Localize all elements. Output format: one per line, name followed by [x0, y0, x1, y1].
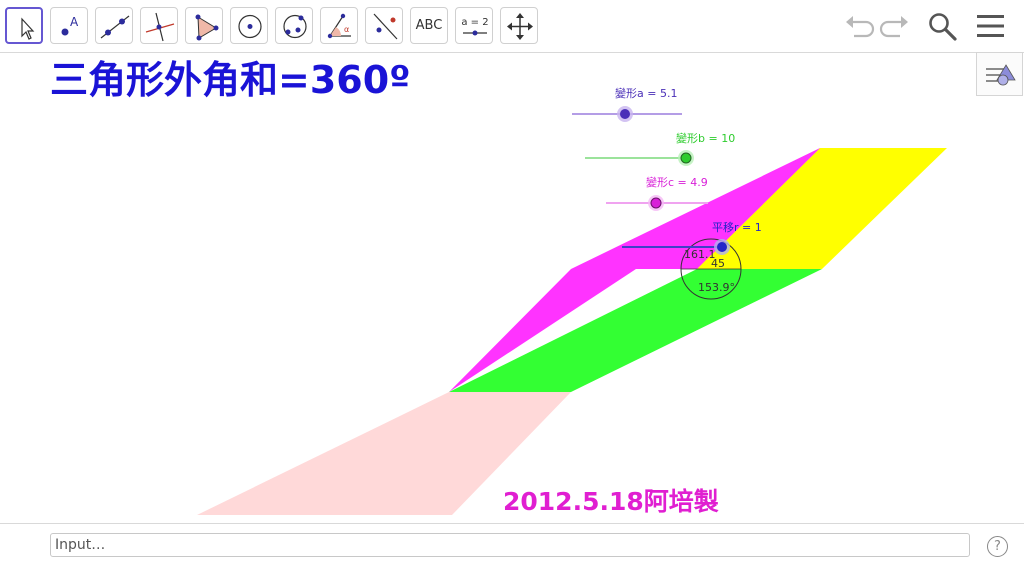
- slider-a[interactable]: [572, 106, 682, 122]
- slider-tool-button[interactable]: a = 2: [455, 7, 493, 44]
- text-tool-button[interactable]: ABC: [410, 7, 448, 44]
- slider-c-label: 變形c = 4.9: [646, 176, 708, 189]
- angle-label-153: 153.9°: [698, 281, 735, 294]
- slider-c[interactable]: [606, 195, 708, 211]
- line-tool-button[interactable]: [95, 7, 133, 44]
- slider-icon: a = 2: [461, 17, 489, 36]
- svg-text:A: A: [70, 15, 79, 29]
- graphics-view[interactable]: 變形a = 5.1 變形b = 10 變形c = 4.9 平移r = 1 161…: [0, 53, 1024, 523]
- green-parallelogram: [449, 269, 822, 392]
- slider-a-label: 變形a = 5.1: [615, 87, 678, 100]
- toolbar: A α ABC a = 2: [0, 0, 1024, 53]
- geometry-drawing: [197, 106, 947, 515]
- menu-icon[interactable]: [974, 10, 1008, 42]
- circle-three-points-tool-button[interactable]: [275, 7, 313, 44]
- angle-icon: α: [327, 13, 351, 39]
- slider-b-label: 變形b = 10: [676, 132, 736, 145]
- point-tool-button[interactable]: A: [50, 7, 88, 44]
- slider-r-label: 平移r = 1: [712, 221, 762, 234]
- help-button[interactable]: ?: [987, 536, 1008, 557]
- line-through-points-icon: [100, 15, 130, 39]
- style-bar-toggle-button[interactable]: [976, 52, 1023, 96]
- polygon-tool-button[interactable]: [185, 7, 223, 44]
- perpendicular-line-tool-button[interactable]: [140, 7, 178, 44]
- page-title: 三角形外角和=360º: [50, 58, 411, 102]
- move-graphics-view-tool-button[interactable]: [500, 7, 538, 44]
- undo-icon[interactable]: [842, 10, 876, 42]
- circle-three-points-icon: [283, 14, 307, 39]
- circle-center-icon: [238, 14, 262, 39]
- svg-text:α: α: [344, 25, 349, 34]
- angle-label-45: 45: [711, 257, 725, 270]
- text-icon: ABC: [415, 18, 443, 33]
- signature-text: 2012.5.18阿培製: [503, 487, 719, 516]
- search-icon[interactable]: [926, 10, 960, 42]
- move-tool-button[interactable]: [5, 7, 43, 44]
- redo-icon[interactable]: [878, 10, 912, 42]
- style-bar-icon: [986, 64, 1016, 86]
- input-bar: ?: [0, 523, 1024, 569]
- algebra-input[interactable]: [50, 533, 970, 557]
- polygon-icon: [195, 14, 219, 41]
- angle-tool-button[interactable]: α: [320, 7, 358, 44]
- reflect-about-line-icon: [373, 13, 398, 40]
- reflect-tool-button[interactable]: [365, 7, 403, 44]
- point-icon: A: [61, 15, 79, 36]
- perpendicular-line-icon: [145, 12, 175, 42]
- circle-center-point-tool-button[interactable]: [230, 7, 268, 44]
- slider-b[interactable]: [585, 150, 694, 166]
- cursor-arrow-icon: [21, 17, 35, 40]
- move-arrows-icon: [507, 13, 533, 40]
- svg-text:a = 2: a = 2: [461, 17, 488, 28]
